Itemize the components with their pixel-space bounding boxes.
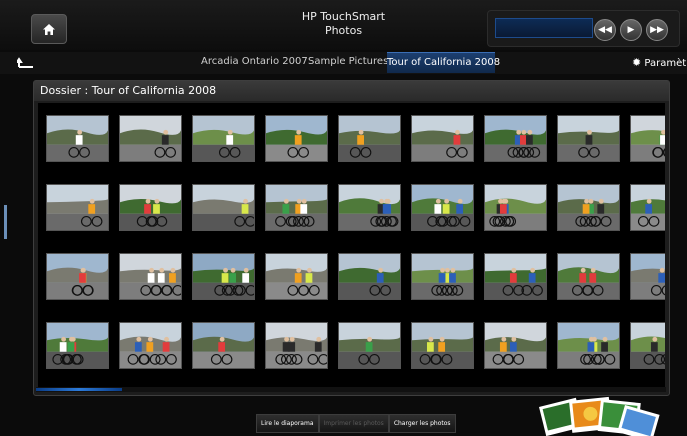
- photo-thumbnail[interactable]: [338, 322, 401, 369]
- photo-thumbnail[interactable]: [265, 115, 328, 162]
- photo-thumbnail[interactable]: [411, 322, 474, 369]
- photo-panel: Dossier : Tour of California 2008: [33, 80, 670, 396]
- photo-thumbnail[interactable]: [411, 184, 474, 231]
- fast-forward-button[interactable]: ▶▶: [646, 19, 668, 41]
- back-button[interactable]: [0, 52, 52, 74]
- print-photos-button[interactable]: Imprimer les photos: [318, 414, 389, 433]
- nav-bar: Arcadia Ontario 2007 Sample Pictures Tou…: [0, 52, 687, 74]
- tab-arcadia-ontario-2007[interactable]: Arcadia Ontario 2007: [201, 52, 308, 72]
- photo-thumbnail[interactable]: [46, 115, 109, 162]
- rewind-button[interactable]: ◀◀: [594, 19, 616, 41]
- photo-thumbnail[interactable]: [119, 115, 182, 162]
- rewind-icon: ◀◀: [598, 25, 612, 35]
- photo-thumbnail[interactable]: [411, 115, 474, 162]
- photo-thumbnail[interactable]: [46, 253, 109, 300]
- photo-thumbnail[interactable]: [265, 184, 328, 231]
- settings-button[interactable]: ✹ Paramètres: [632, 52, 687, 74]
- photo-thumbnail[interactable]: [338, 115, 401, 162]
- top-bar: HP TouchSmart Photos ◀◀ ▶ ▶▶: [0, 0, 687, 50]
- photo-thumbnail[interactable]: [630, 184, 665, 231]
- photo-thumbnail[interactable]: [192, 115, 255, 162]
- photo-thumbnail[interactable]: [630, 115, 665, 162]
- settings-label: Paramètres: [644, 58, 687, 69]
- photo-thumbnail[interactable]: [411, 253, 474, 300]
- photo-thumbnail[interactable]: [119, 253, 182, 300]
- photo-thumbnail[interactable]: [192, 253, 255, 300]
- media-progress-bar[interactable]: [495, 18, 593, 38]
- scrollbar-thumb[interactable]: [36, 388, 122, 391]
- side-handle[interactable]: [4, 205, 7, 239]
- horizontal-scrollbar[interactable]: [36, 387, 666, 392]
- photo-thumbnail[interactable]: [119, 322, 182, 369]
- photo-thumbnail[interactable]: [46, 184, 109, 231]
- photo-thumbnail[interactable]: [119, 184, 182, 231]
- photo-thumbnail[interactable]: [265, 322, 328, 369]
- bottom-actions: Lire le diaporama Imprimer les photos Ch…: [256, 414, 456, 433]
- photo-thumbnail[interactable]: [338, 184, 401, 231]
- media-controls: ◀◀ ▶ ▶▶: [487, 10, 680, 47]
- photo-stack-logo: [539, 396, 660, 436]
- load-photos-button[interactable]: Charger les photos: [388, 414, 456, 433]
- photo-grid-area: [38, 103, 665, 389]
- photo-thumbnail[interactable]: [484, 253, 547, 300]
- photo-thumbnail[interactable]: [192, 184, 255, 231]
- tab-sample-pictures[interactable]: Sample Pictures: [308, 52, 388, 72]
- photo-thumbnail[interactable]: [265, 253, 328, 300]
- photo-thumbnail[interactable]: [484, 322, 547, 369]
- photo-thumbnail[interactable]: [192, 322, 255, 369]
- tab-tour-of-california-2008[interactable]: Tour of California 2008: [387, 52, 500, 73]
- photo-thumbnail[interactable]: [557, 253, 620, 300]
- photo-thumbnail[interactable]: [557, 184, 620, 231]
- fast-forward-icon: ▶▶: [650, 25, 664, 35]
- photo-thumbnail[interactable]: [484, 115, 547, 162]
- slideshow-button[interactable]: Lire le diaporama: [256, 414, 319, 433]
- photo-thumbnail[interactable]: [338, 253, 401, 300]
- photo-thumbnail[interactable]: [557, 322, 620, 369]
- back-arrow-icon: [17, 57, 33, 68]
- photo-thumbnail[interactable]: [557, 115, 620, 162]
- gear-icon: ✹: [632, 56, 642, 69]
- photo-grid: [46, 115, 665, 369]
- photo-thumbnail[interactable]: [630, 253, 665, 300]
- play-icon: ▶: [627, 25, 635, 35]
- panel-header: Dossier : Tour of California 2008: [34, 81, 669, 101]
- photo-thumbnail[interactable]: [484, 184, 547, 231]
- photo-thumbnail[interactable]: [630, 322, 665, 369]
- play-button[interactable]: ▶: [620, 19, 642, 41]
- folder-title: Dossier : Tour of California 2008: [40, 84, 217, 97]
- photo-thumbnail[interactable]: [46, 322, 109, 369]
